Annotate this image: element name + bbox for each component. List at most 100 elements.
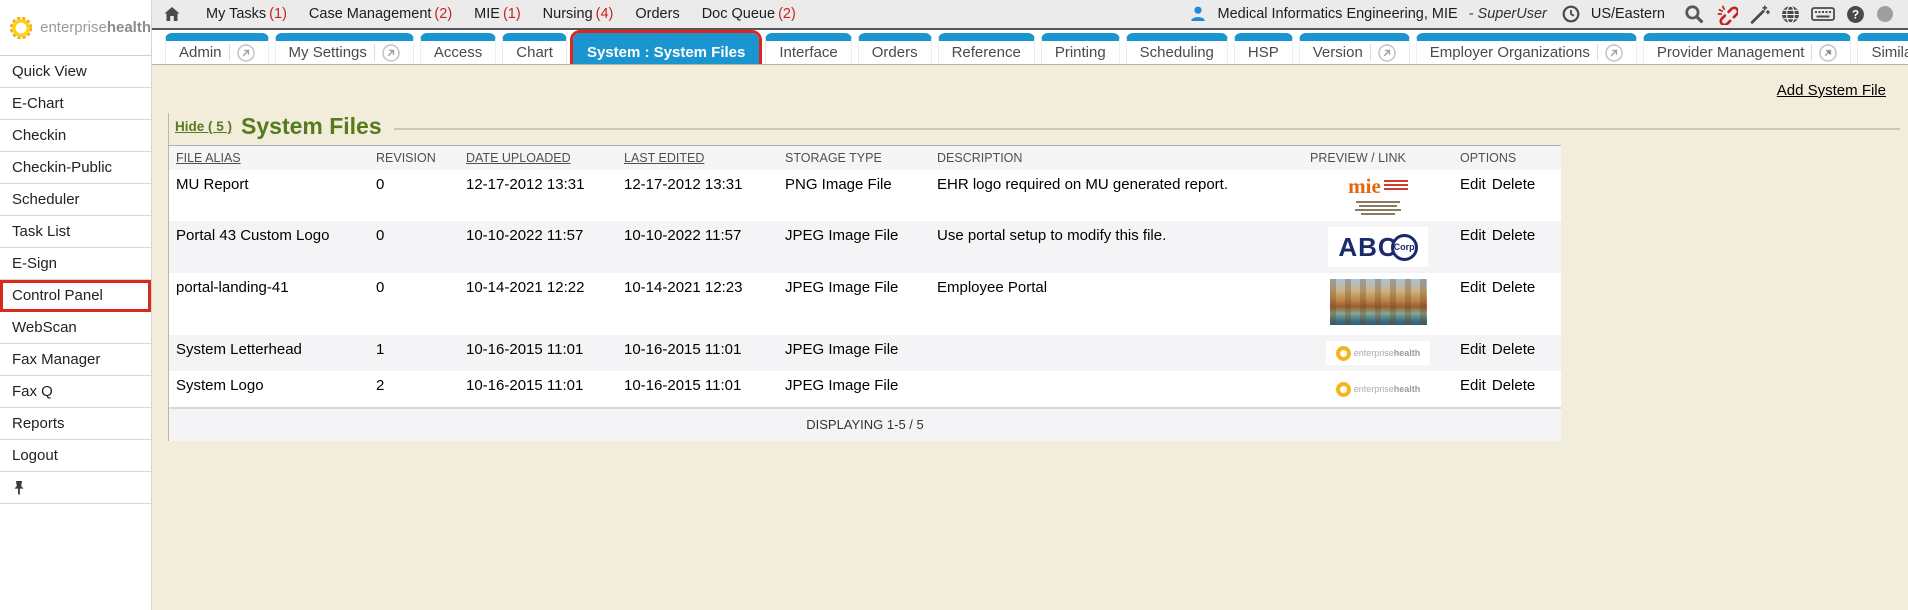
column-date-uploaded[interactable]: DATE UPLOADED [459, 146, 617, 171]
menu-nursing[interactable]: Nursing(4) [543, 6, 614, 22]
tab-label: Access [434, 44, 482, 61]
edit-link[interactable]: Edit [1460, 341, 1486, 358]
tab-label: Scheduling [1140, 44, 1214, 61]
cell-description [930, 371, 1303, 407]
sidebar-item-e-sign[interactable]: E-Sign [0, 248, 151, 280]
table-header-row: FILE ALIAS REVISION DATE UPLOADED LAST E… [169, 146, 1561, 171]
tab-label: Version [1313, 44, 1363, 61]
cell-date-uploaded: 10-14-2021 12:22 [459, 273, 617, 335]
sidebar-item-checkin[interactable]: Checkin [0, 120, 151, 152]
column-file-alias[interactable]: FILE ALIAS [169, 146, 369, 171]
sidebar-item-scheduler[interactable]: Scheduler [0, 184, 151, 216]
tab-separator [1370, 44, 1371, 61]
edit-link[interactable]: Edit [1460, 377, 1486, 394]
menu-doc-queue[interactable]: Doc Queue(2) [702, 6, 796, 22]
cell-date-uploaded: 10-16-2015 11:01 [459, 335, 617, 371]
sidebar-item-reports[interactable]: Reports [0, 408, 151, 440]
tab-label: Admin [179, 44, 222, 61]
edit-link[interactable]: Edit [1460, 227, 1486, 244]
menu-case-management[interactable]: Case Management(2) [309, 6, 452, 22]
tab-separator [229, 44, 230, 61]
menu-count: (2) [778, 6, 796, 22]
top-bar-right: Medical Informatics Engineering, MIE - S… [1189, 3, 1908, 25]
cell-description: Employee Portal [930, 273, 1303, 335]
sidebar-item-checkin-public[interactable]: Checkin-Public [0, 152, 151, 184]
menu-my-tasks[interactable]: My Tasks(1) [206, 6, 287, 22]
keyboard-icon[interactable] [1811, 5, 1835, 23]
sidebar-item-control-panel[interactable]: Control Panel [0, 280, 151, 312]
tab-printing[interactable]: Printing [1041, 33, 1120, 64]
tab-chart[interactable]: Chart [502, 33, 567, 64]
heading-rule [394, 128, 1900, 130]
sidebar-item-fax-q[interactable]: Fax Q [0, 376, 151, 408]
column-label: DATE UPLOADED [466, 151, 571, 165]
mie-logo-preview[interactable]: mie [1339, 176, 1417, 215]
tab-scheduling[interactable]: Scheduling [1126, 33, 1228, 64]
delete-link[interactable]: Delete [1492, 377, 1535, 394]
tab-employer-organizations[interactable]: Employer Organizations [1416, 33, 1637, 64]
sidebar-pin-toggle[interactable] [0, 472, 151, 504]
city-photo-preview[interactable] [1330, 279, 1427, 325]
cell-last-edited: 12-17-2012 13:31 [617, 170, 778, 221]
tab-version[interactable]: Version [1299, 33, 1410, 64]
tab-access[interactable]: Access [420, 33, 496, 64]
tab-my-settings[interactable]: My Settings [275, 33, 414, 64]
hide-toggle-link[interactable]: Hide ( 5 ) [175, 119, 232, 134]
broken-link-icon[interactable] [1716, 3, 1738, 25]
wand-icon[interactable] [1749, 4, 1770, 25]
delete-link[interactable]: Delete [1492, 227, 1535, 244]
sidebar-item-e-chart[interactable]: E-Chart [0, 88, 151, 120]
column-description: DESCRIPTION [930, 146, 1303, 171]
menu-label: My Tasks [206, 6, 266, 22]
tab-admin[interactable]: Admin [165, 33, 269, 64]
menu-orders[interactable]: Orders [635, 6, 679, 22]
table-row: Portal 43 Custom Logo 0 10-10-2022 11:57… [169, 221, 1561, 273]
tab-bar: Admin My Settings Access Chart System : … [152, 30, 1908, 65]
column-last-edited[interactable]: LAST EDITED [617, 146, 778, 171]
svg-text:?: ? [1852, 8, 1859, 21]
sidebar-item-fax-manager[interactable]: Fax Manager [0, 344, 151, 376]
timezone-label[interactable]: US/Eastern [1591, 6, 1665, 22]
menu-mie[interactable]: MIE(1) [474, 6, 521, 22]
tab-provider-management[interactable]: Provider Management [1643, 33, 1852, 64]
delete-link[interactable]: Delete [1492, 176, 1535, 193]
search-icon[interactable] [1684, 4, 1705, 25]
cell-date-uploaded: 12-17-2012 13:31 [459, 170, 617, 221]
cell-last-edited: 10-14-2021 12:23 [617, 273, 778, 335]
abc-corp-logo-preview[interactable]: ABC Corp [1328, 227, 1428, 267]
enterprisehealth-logo-preview[interactable]: enterprisehealth [1326, 377, 1430, 401]
cell-last-edited: 10-10-2022 11:57 [617, 221, 778, 273]
tab-reference[interactable]: Reference [938, 33, 1035, 64]
user-role: - SuperUser [1469, 6, 1547, 22]
cell-preview [1303, 273, 1453, 335]
external-link-icon [382, 44, 400, 62]
sidebar-item-webscan[interactable]: WebScan [0, 312, 151, 344]
help-icon[interactable]: ? [1846, 5, 1865, 24]
tab-interface[interactable]: Interface [765, 33, 851, 64]
home-icon[interactable] [162, 4, 182, 24]
delete-link[interactable]: Delete [1492, 279, 1535, 296]
add-system-file-link[interactable]: Add System File [1777, 82, 1886, 99]
tab-hsp[interactable]: HSP [1234, 33, 1293, 64]
globe-icon[interactable] [1781, 5, 1800, 24]
column-label: OPTIONS [1460, 151, 1516, 165]
column-storage-type: STORAGE TYPE [778, 146, 930, 171]
section-heading: Hide ( 5 ) System Files [169, 113, 1902, 140]
cell-options: Edit Delete [1453, 335, 1561, 371]
cell-options: Edit Delete [1453, 221, 1561, 273]
column-revision: REVISION [369, 146, 459, 171]
edit-link[interactable]: Edit [1460, 176, 1486, 193]
delete-link[interactable]: Delete [1492, 341, 1535, 358]
edit-link[interactable]: Edit [1460, 279, 1486, 296]
sidebar-item-task-list[interactable]: Task List [0, 216, 151, 248]
tab-orders[interactable]: Orders [858, 33, 932, 64]
tab-system-system-files[interactable]: System : System Files [573, 33, 759, 64]
status-circle-icon [1876, 5, 1894, 23]
tab-label: Orders [872, 44, 918, 61]
sidebar-item-logout[interactable]: Logout [0, 440, 151, 472]
cell-revision: 1 [369, 335, 459, 371]
app-logo: enterprisehealth [0, 0, 152, 56]
tab-similar-exposure-groups[interactable]: Similar Exposure Groups (SEG [1857, 33, 1908, 64]
sidebar-item-quick-view[interactable]: Quick View [0, 56, 151, 88]
enterprisehealth-logo-preview[interactable]: enterprisehealth [1326, 341, 1430, 365]
